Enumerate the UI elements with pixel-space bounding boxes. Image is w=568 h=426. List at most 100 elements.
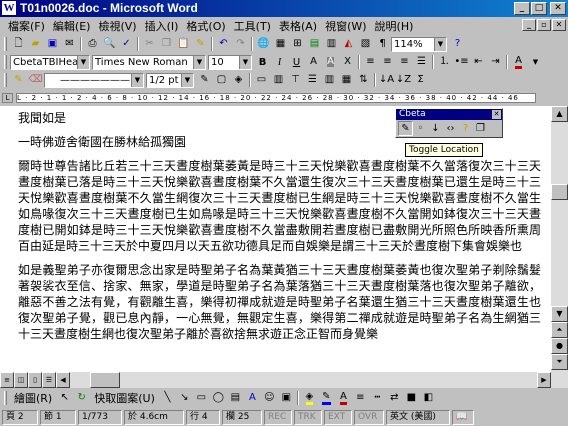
toolbar-grip[interactable] [4,37,7,51]
menu-table[interactable]: 表格(A) [275,18,321,34]
line-color-icon[interactable]: ✎ [318,390,335,406]
status-trk[interactable]: TRK [294,409,322,425]
bullets-icon[interactable]: •≡ [453,54,470,70]
outside-border-icon[interactable]: ▢ [213,72,230,88]
close-icon[interactable]: ✕ [492,110,501,119]
align-center-icon[interactable]: ≡ [379,54,396,70]
save-icon[interactable]: ▣ [44,36,61,52]
style-select[interactable]: CbetaTBIHeac ▼ [10,54,90,70]
horizontal-scrollbar[interactable]: ≡ ◫ ▯ ☰ ◀ ▶ [0,372,568,388]
font-select[interactable]: Times New Roman ▼ [92,54,206,70]
scroll-thumb[interactable] [551,184,568,200]
status-rec[interactable]: REC [264,409,292,425]
scroll-up-icon[interactable]: ▲ [551,106,568,122]
vertical-scrollbar[interactable]: ▲ ▼ ⏶ ● ⏷ [551,106,568,372]
doc-restore-button[interactable]: ▫ [537,19,551,31]
help-question-icon[interactable]: ? [458,121,473,136]
font-color-icon[interactable]: A [510,54,527,70]
justify-icon[interactable]: ☰ [413,54,430,70]
sort-ascending-icon[interactable]: ↓A [378,72,395,88]
menu-tools[interactable]: 工具(T) [230,18,275,34]
scroll-right-icon[interactable]: ▶ [537,372,551,388]
menu-view[interactable]: 檢視(V) [94,18,140,34]
next-page-icon[interactable]: ⏷ [551,354,568,370]
font-size-select[interactable]: 10 ▼ [208,54,252,70]
title-bar[interactable]: W T01n0026.doc - Microsoft Word _ □ ✕ [0,0,568,17]
underline-button[interactable]: U [288,54,305,70]
char-shading-icon[interactable]: A [322,54,339,70]
text-direction-icon[interactable]: ⇅ [355,72,372,88]
line-weight-select[interactable]: 1/2 pt ▼ [146,72,194,88]
menu-format[interactable]: 格式(O) [182,18,229,34]
chevron-down-icon[interactable]: ▼ [193,55,205,69]
show-hide-icon[interactable]: ¶ [374,36,391,52]
numbering-icon[interactable]: ⒈ [436,54,453,70]
spelling-icon[interactable]: ✓ [118,36,135,52]
print-view-icon[interactable]: ▯ [28,372,42,388]
align-left-icon[interactable]: ≡ [362,54,379,70]
maximize-button[interactable]: □ [531,2,547,15]
tables-borders-icon[interactable]: ▦ [272,36,289,52]
select-browse-object-icon[interactable]: ● [551,338,568,354]
scroll-left-icon[interactable]: ◀ [56,372,70,388]
close-button[interactable]: ✕ [550,2,566,15]
line-style-select[interactable]: ——————— ▼ [44,72,144,88]
status-ext[interactable]: EXT [324,409,352,425]
angle-brackets-icon[interactable]: ‹› [443,121,458,136]
insert-table-icon[interactable]: ⊞ [289,36,306,52]
oval-icon[interactable]: ◯ [210,390,227,406]
copy-pages-icon[interactable]: ❐ [473,121,488,136]
decrease-indent-icon[interactable]: ⇤ [470,54,487,70]
eraser-icon[interactable]: ⌫ [27,72,44,88]
previous-page-icon[interactable]: ⏶ [551,322,568,338]
tab-selector[interactable]: L [2,93,13,103]
shading-color-icon[interactable]: ◈ [230,72,247,88]
split-cells-icon[interactable]: ▥ [270,72,287,88]
chevron-down-icon[interactable]: ▼ [434,37,446,51]
scroll-down-icon[interactable]: ▼ [551,306,568,322]
undo-icon[interactable]: ↶ [215,36,232,52]
paragraph[interactable]: 爾時世尊告諸比丘若三十三天晝度樹葉萎黃是時三十三天悅樂歡喜晝度樹葉不久當落復次三… [18,158,541,254]
paragraph[interactable]: 如是義聖弟子亦復爾思念出家是時聖弟子名為葉黃猶三十三天晝度樹葉萎黃也復次聖弟子剃… [18,262,541,342]
word-icon[interactable]: W [2,1,16,15]
dot-icon[interactable]: ◦ [413,121,428,136]
hyperlink-icon[interactable]: 🌐 [255,36,272,52]
menu-insert[interactable]: 插入(I) [141,18,183,34]
distribute-cols-icon[interactable]: ▥ [321,72,338,88]
picture-icon[interactable]: ▣ [278,390,295,406]
bold-button[interactable]: B [254,54,271,70]
clip-art-icon[interactable]: ☺ [261,390,278,406]
line-icon[interactable]: ╲ [159,390,176,406]
chevron-down-icon[interactable]: ▼ [131,73,143,87]
line-style-icon[interactable]: ≡ [352,390,369,406]
align-top-icon[interactable]: ⊤ [287,72,304,88]
char-scale-icon[interactable]: X [339,54,356,70]
outline-view-icon[interactable]: ☰ [42,372,56,388]
3d-icon[interactable]: ◧ [420,390,437,406]
print-icon[interactable]: ⎙ [84,36,101,52]
email-icon[interactable]: ✉ [61,36,78,52]
help-icon[interactable]: ? [449,36,466,52]
web-view-icon[interactable]: ◫ [14,372,28,388]
draw-table-icon[interactable]: ✎ [10,72,27,88]
new-icon[interactable]: 🗋 [10,36,27,52]
sort-descending-icon[interactable]: ↓Z [395,72,412,88]
merge-cells-icon[interactable]: ▭ [253,72,270,88]
chevron-down-icon[interactable]: ▼ [181,73,193,87]
border-color-icon[interactable]: ✎ [196,72,213,88]
toggle-location-icon[interactable]: ✎ [398,121,413,136]
copy-icon[interactable]: ❐ [158,36,175,52]
cut-icon[interactable]: ✂ [141,36,158,52]
columns-icon[interactable]: ▥ [323,36,340,52]
arrow-icon[interactable]: ↘ [176,390,193,406]
wordart-icon[interactable]: A [244,390,261,406]
menu-window[interactable]: 視窗(W) [321,18,370,34]
dash-style-icon[interactable]: ┅ [369,390,386,406]
shadow-icon[interactable]: ■ [403,390,420,406]
chevron-down-icon[interactable]: ▼ [239,55,251,69]
arrow-style-icon[interactable]: ⇄ [386,390,403,406]
text-box-icon[interactable]: ▤ [227,390,244,406]
rectangle-icon[interactable]: ▭ [193,390,210,406]
zoom-select[interactable]: 114% ▼ [391,36,447,52]
open-icon[interactable]: ▰ [27,36,44,52]
